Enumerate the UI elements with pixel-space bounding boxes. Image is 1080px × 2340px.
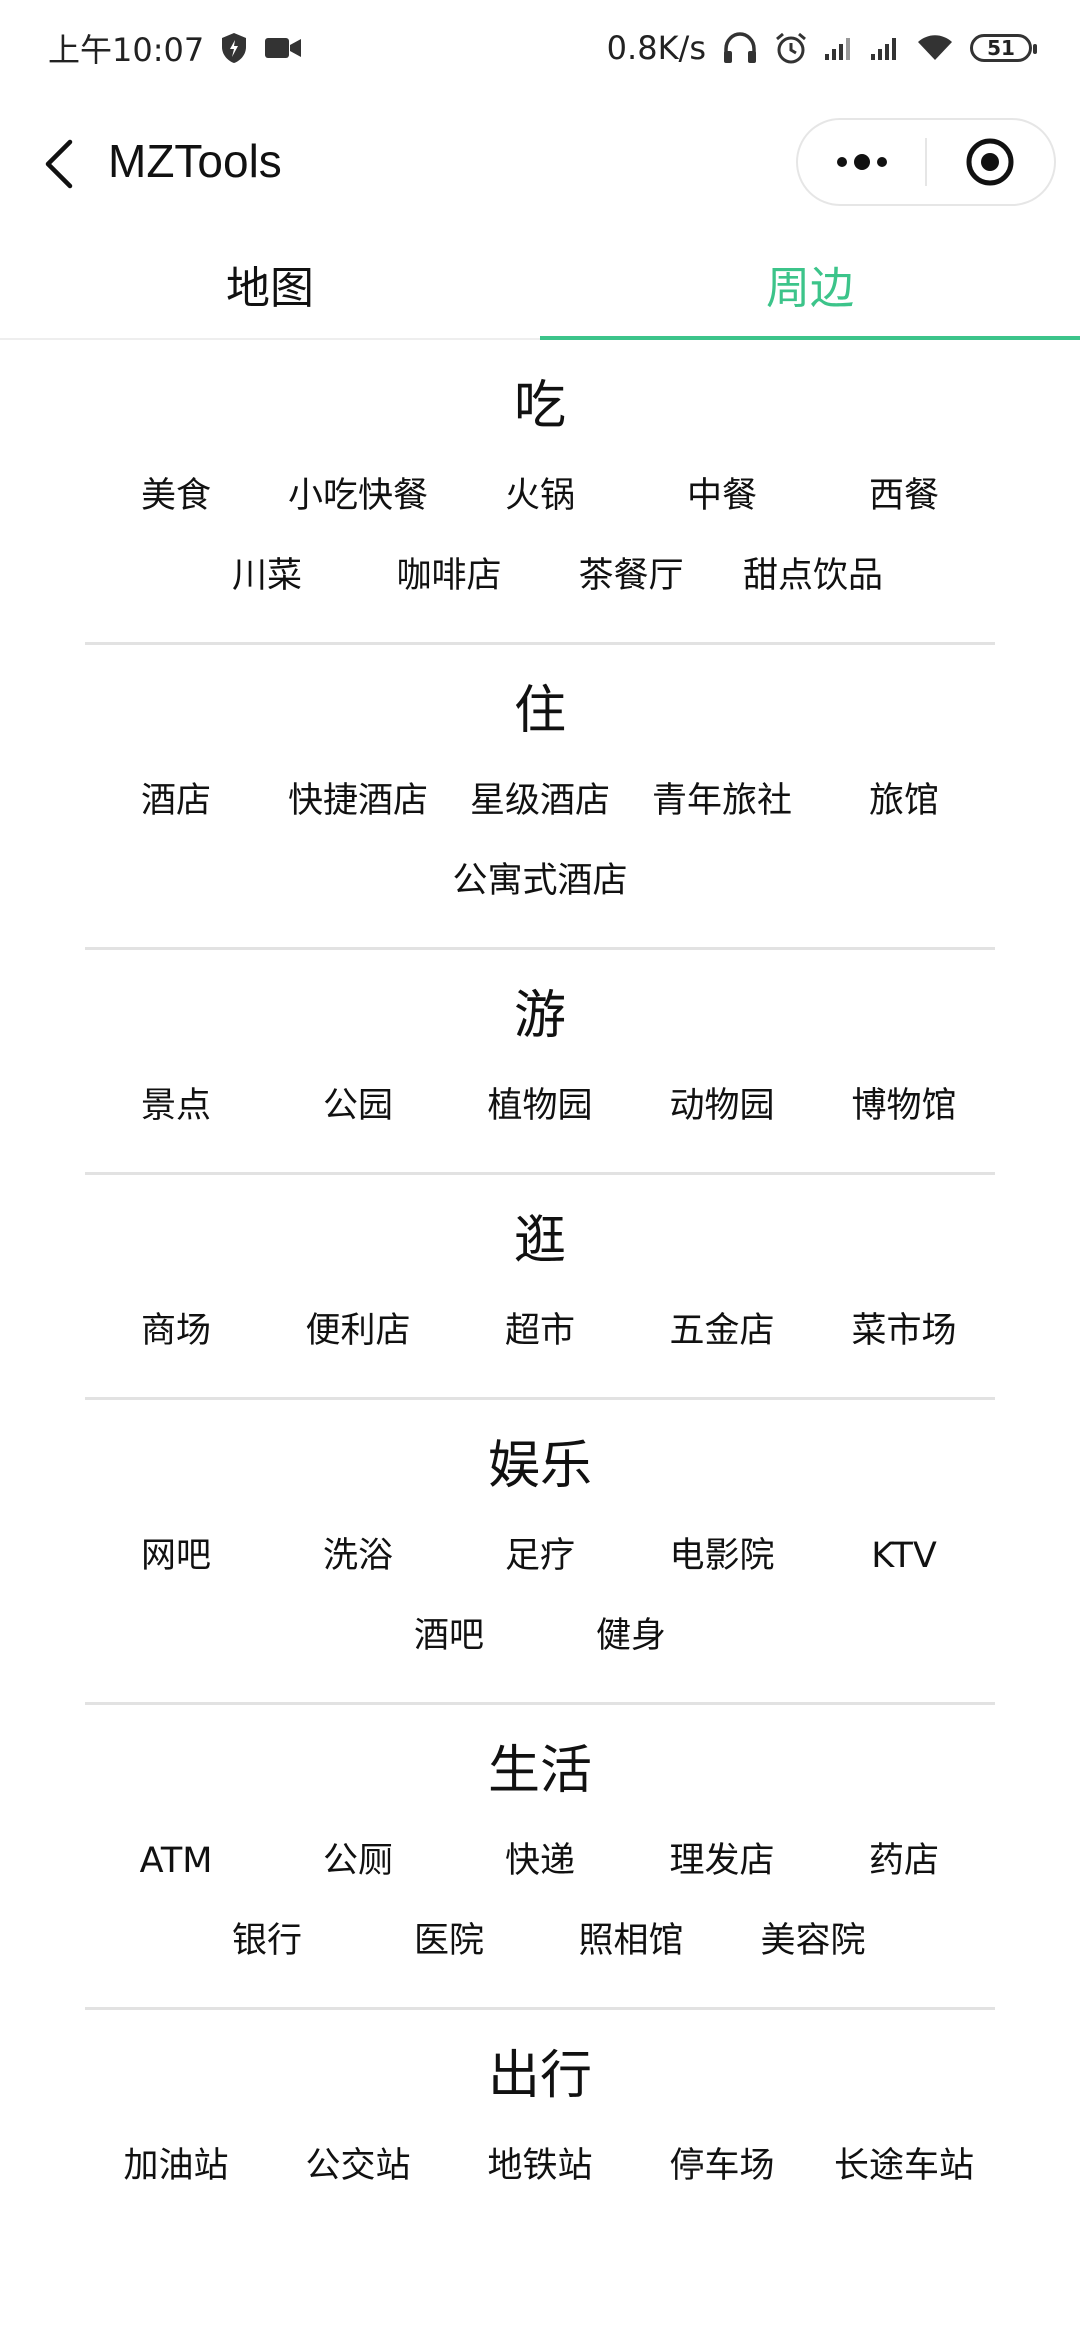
close-button[interactable] bbox=[927, 120, 1054, 204]
item-grid: ATM 公厕 快递 理发店 药店 银行 医院 照相馆 美容院 bbox=[85, 1821, 995, 1981]
category-item[interactable]: 中餐 bbox=[631, 456, 813, 536]
item-grid: 美食 小吃快餐 火锅 中餐 西餐 川菜 咖啡店 茶餐厅 甜点饮品 bbox=[85, 456, 995, 616]
category-item[interactable]: 停车场 bbox=[631, 2126, 813, 2206]
category-item[interactable]: 美食 bbox=[85, 456, 267, 536]
section-transport: 出行 加油站 公交站 地铁站 停车场 长途车站 bbox=[85, 2010, 995, 2232]
section-title: 游 bbox=[513, 986, 566, 1046]
category-item[interactable]: 药店 bbox=[813, 1821, 995, 1901]
category-item[interactable]: 快递 bbox=[449, 1821, 631, 1901]
target-icon bbox=[966, 138, 1014, 186]
nav-bar: MZTools bbox=[0, 110, 1080, 220]
category-item[interactable]: 博物馆 bbox=[813, 1066, 995, 1146]
category-item[interactable]: KTV bbox=[813, 1516, 995, 1596]
category-item[interactable]: 甜点饮品 bbox=[722, 536, 904, 616]
category-item[interactable]: 洗浴 bbox=[267, 1516, 449, 1596]
category-item[interactable]: 咖啡店 bbox=[358, 536, 540, 616]
category-item[interactable]: 青年旅社 bbox=[631, 761, 813, 841]
category-item[interactable]: 西餐 bbox=[813, 456, 995, 536]
section-title: 吃 bbox=[513, 376, 566, 436]
section-stay: 住 酒店 快捷酒店 星级酒店 青年旅社 旅馆 公寓式酒店 bbox=[85, 645, 995, 950]
section-title: 逛 bbox=[513, 1211, 566, 1271]
category-item[interactable]: 健身 bbox=[540, 1596, 722, 1676]
category-list: 吃 美食 小吃快餐 火锅 中餐 西餐 川菜 咖啡店 茶餐厅 甜点饮品 住 酒店 … bbox=[0, 340, 1080, 2340]
category-item[interactable]: 长途车站 bbox=[813, 2126, 995, 2206]
category-item[interactable]: 银行 bbox=[176, 1901, 358, 1981]
mini-program-capsule bbox=[796, 118, 1056, 206]
network-speed: 0.8K/s bbox=[606, 29, 706, 67]
item-grid: 酒店 快捷酒店 星级酒店 青年旅社 旅馆 公寓式酒店 bbox=[85, 761, 995, 921]
category-item[interactable]: 超市 bbox=[449, 1291, 631, 1371]
category-item[interactable]: 植物园 bbox=[449, 1066, 631, 1146]
item-grid: 商场 便利店 超市 五金店 菜市场 bbox=[85, 1291, 995, 1371]
section-life: 生活 ATM 公厕 快递 理发店 药店 银行 医院 照相馆 美容院 bbox=[85, 1705, 995, 2010]
category-item[interactable]: 茶餐厅 bbox=[540, 536, 722, 616]
section-title: 住 bbox=[513, 681, 566, 741]
status-time: 上午10:07 bbox=[48, 31, 205, 69]
section-title: 娱乐 bbox=[487, 1436, 592, 1496]
shield-icon bbox=[220, 32, 248, 64]
category-item[interactable]: 酒店 bbox=[85, 761, 267, 841]
wifi-icon bbox=[916, 34, 954, 62]
category-item[interactable]: 小吃快餐 bbox=[267, 456, 449, 536]
category-item[interactable]: 菜市场 bbox=[813, 1291, 995, 1371]
category-item[interactable]: 公园 bbox=[267, 1066, 449, 1146]
category-item[interactable]: 川菜 bbox=[176, 536, 358, 616]
page-title: MZTools bbox=[108, 135, 282, 187]
section-title: 生活 bbox=[487, 1741, 592, 1801]
signal-icon-1 bbox=[824, 35, 854, 61]
status-bar: 上午10:07 0.8K/s 51 bbox=[0, 0, 1080, 96]
category-item[interactable]: 便利店 bbox=[267, 1291, 449, 1371]
category-item[interactable]: 网吧 bbox=[85, 1516, 267, 1596]
category-item[interactable]: 五金店 bbox=[631, 1291, 813, 1371]
category-item[interactable]: 火锅 bbox=[449, 456, 631, 536]
category-item[interactable]: 足疗 bbox=[449, 1516, 631, 1596]
category-item[interactable]: ATM bbox=[85, 1821, 267, 1901]
category-item[interactable]: 理发店 bbox=[631, 1821, 813, 1901]
category-item[interactable]: 照相馆 bbox=[540, 1901, 722, 1981]
item-grid: 景点 公园 植物园 动物园 博物馆 bbox=[85, 1066, 995, 1146]
category-item[interactable]: 酒吧 bbox=[358, 1596, 540, 1676]
item-grid: 网吧 洗浴 足疗 电影院 KTV 酒吧 健身 bbox=[85, 1516, 995, 1676]
headphones-icon bbox=[722, 31, 758, 65]
signal-icon-2 bbox=[870, 35, 900, 61]
category-item[interactable]: 旅馆 bbox=[813, 761, 995, 841]
section-travel: 游 景点 公园 植物园 动物园 博物馆 bbox=[85, 950, 995, 1175]
alarm-icon bbox=[774, 31, 808, 65]
section-title: 出行 bbox=[487, 2046, 592, 2106]
tab-nearby[interactable]: 周边 bbox=[540, 230, 1080, 340]
more-dots-icon bbox=[836, 154, 887, 170]
category-item[interactable]: 地铁站 bbox=[449, 2126, 631, 2206]
category-item[interactable]: 医院 bbox=[358, 1901, 540, 1981]
status-bar-left: 上午10:07 bbox=[48, 25, 302, 71]
category-item[interactable]: 加油站 bbox=[85, 2126, 267, 2206]
chevron-left-icon bbox=[45, 139, 73, 189]
section-entertainment: 娱乐 网吧 洗浴 足疗 电影院 KTV 酒吧 健身 bbox=[85, 1400, 995, 1705]
battery-level: 51 bbox=[987, 36, 1015, 60]
status-bar-right: 0.8K/s 51 bbox=[606, 29, 1037, 67]
category-item[interactable]: 星级酒店 bbox=[449, 761, 631, 841]
category-item[interactable]: 电影院 bbox=[631, 1516, 813, 1596]
battery-icon: 51 bbox=[970, 34, 1037, 62]
category-item[interactable]: 快捷酒店 bbox=[267, 761, 449, 841]
category-item[interactable]: 动物园 bbox=[631, 1066, 813, 1146]
item-grid: 加油站 公交站 地铁站 停车场 长途车站 bbox=[85, 2126, 995, 2206]
section-shopping: 逛 商场 便利店 超市 五金店 菜市场 bbox=[85, 1175, 995, 1400]
tab-map[interactable]: 地图 bbox=[0, 230, 540, 338]
tab-bar: 地图 周边 bbox=[0, 230, 1080, 340]
section-eat: 吃 美食 小吃快餐 火锅 中餐 西餐 川菜 咖啡店 茶餐厅 甜点饮品 bbox=[85, 340, 995, 645]
video-camera-icon bbox=[264, 35, 302, 61]
category-item[interactable]: 公厕 bbox=[267, 1821, 449, 1901]
category-item[interactable]: 公交站 bbox=[267, 2126, 449, 2206]
category-item[interactable]: 公寓式酒店 bbox=[449, 841, 631, 921]
more-button[interactable] bbox=[798, 120, 925, 204]
category-item[interactable]: 美容院 bbox=[722, 1901, 904, 1981]
back-button[interactable] bbox=[28, 132, 92, 196]
category-item[interactable]: 商场 bbox=[85, 1291, 267, 1371]
category-item[interactable]: 景点 bbox=[85, 1066, 267, 1146]
